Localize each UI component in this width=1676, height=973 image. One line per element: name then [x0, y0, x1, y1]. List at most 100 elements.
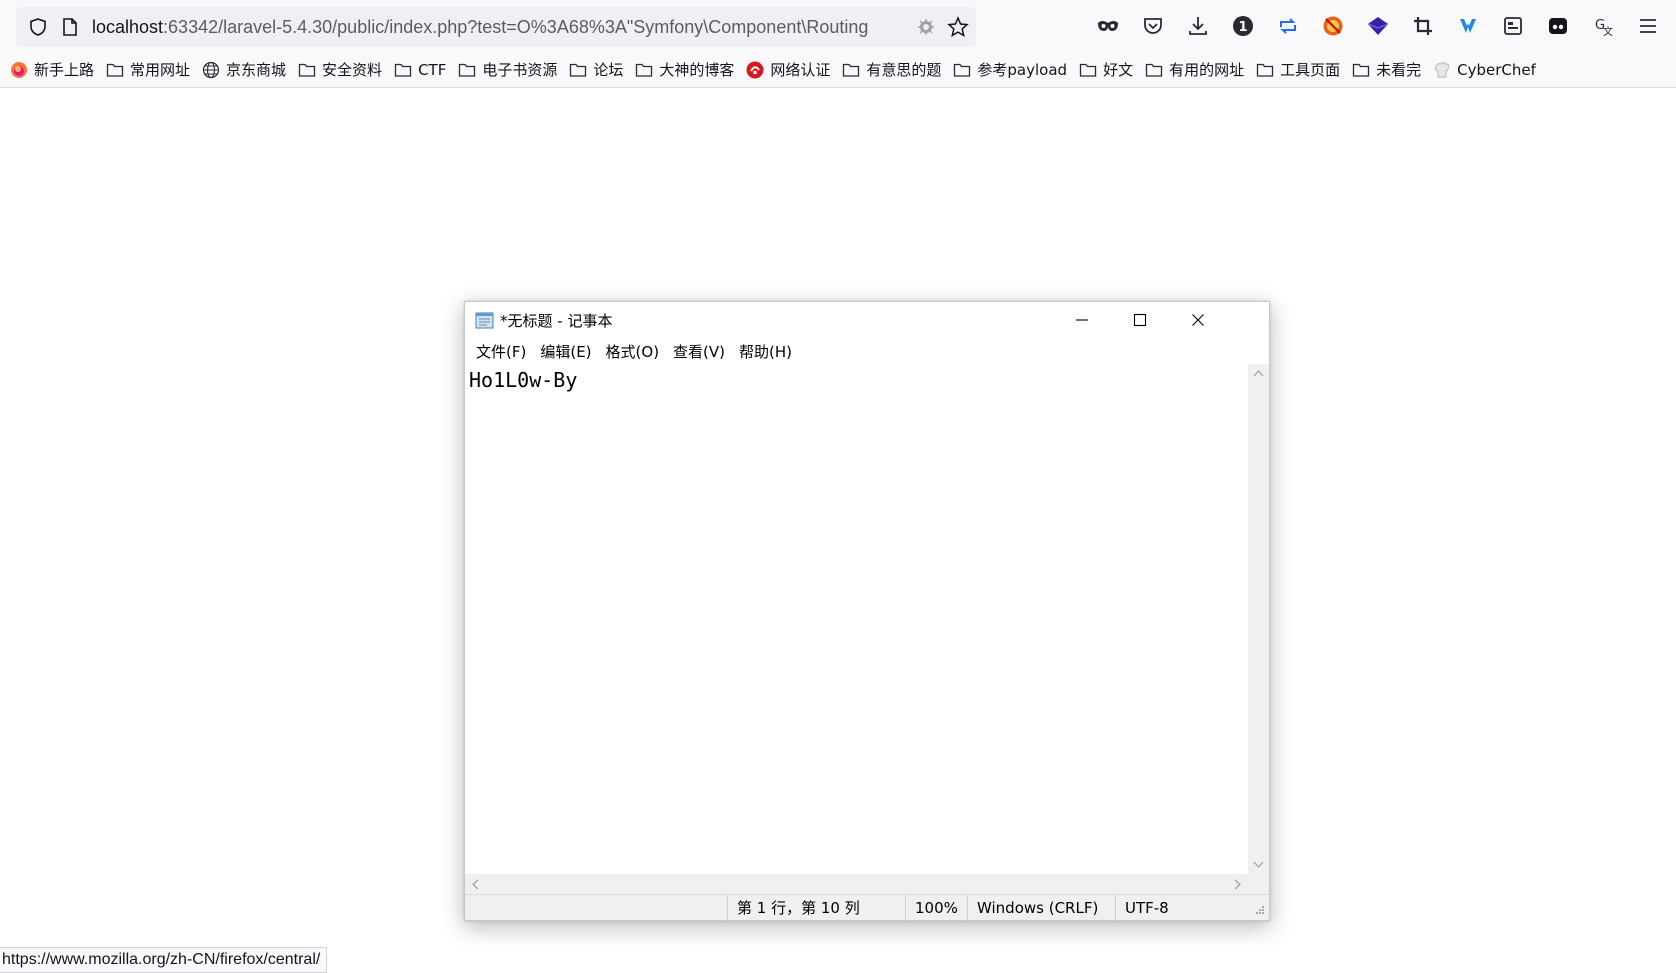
globe-icon [202, 61, 220, 79]
bookmark-item[interactable]: 电子书资源 [454, 56, 565, 84]
svg-text:1: 1 [1238, 20, 1247, 35]
bookmark-item[interactable]: 常用网址 [102, 56, 198, 84]
editor-content: Ho1L0w-By [469, 368, 578, 392]
shield-icon[interactable] [26, 15, 50, 39]
wappalyzer-icon[interactable] [1450, 10, 1486, 42]
notepad-icon [475, 311, 495, 329]
url-path: :63342/laravel-5.4.30/public/index.php?t… [163, 17, 869, 37]
status-line-ending: Windows (CRLF) [967, 895, 1115, 921]
status-encoding: UTF-8 [1115, 895, 1235, 921]
menu-format[interactable]: 格式(O) [599, 341, 667, 362]
folder-icon [298, 61, 316, 79]
bookmark-item[interactable]: 安全资料 [294, 56, 390, 84]
bookmark-item[interactable]: 工具页面 [1252, 56, 1348, 84]
extension-icons: 1 G文 [1090, 10, 1666, 42]
bookmark-label: 安全资料 [322, 61, 383, 79]
bookmark-item[interactable]: 论坛 [565, 56, 631, 84]
menu-file[interactable]: 文件(F) [469, 341, 533, 362]
maximize-button[interactable] [1111, 302, 1169, 338]
bookmark-label: CyberChef [1457, 60, 1536, 79]
page-icon[interactable] [58, 15, 82, 39]
horizontal-scrollbar[interactable] [465, 874, 1248, 894]
status-bar: 第 1 行，第 10 列 100% Windows (CRLF) UTF-8 [465, 894, 1269, 921]
notepad-window: *无标题 - 记事本 文件(F) 编辑(E) 格式(O) 查看(V) 帮助(H)… [464, 301, 1270, 921]
bookmark-item[interactable]: CTF [390, 56, 454, 84]
scroll-right-icon[interactable] [1234, 879, 1242, 890]
url-text[interactable]: localhost:63342/laravel-5.4.30/public/in… [92, 16, 912, 38]
resize-grip-icon[interactable] [1253, 905, 1265, 917]
folder-icon [842, 61, 860, 79]
close-button[interactable] [1169, 302, 1227, 338]
sync-icon[interactable] [1270, 10, 1306, 42]
status-position: 第 1 行，第 10 列 [727, 895, 897, 921]
bookmark-item[interactable]: CyberChef [1429, 56, 1544, 84]
bookmark-label: 好文 [1103, 61, 1134, 79]
menu-icon[interactable] [1630, 10, 1666, 42]
scroll-down-icon[interactable] [1253, 861, 1264, 869]
bookmark-label: 有意思的题 [866, 61, 942, 79]
network-icon [746, 61, 764, 79]
bookmark-item[interactable]: 有意思的题 [838, 56, 949, 84]
notepad-menu-bar: 文件(F) 编辑(E) 格式(O) 查看(V) 帮助(H) [465, 338, 1269, 364]
bookmark-label: 电子书资源 [482, 61, 558, 79]
bookmarks-bar: 新手上路 常用网址 京东商城 安全资料 CTF 电子书资源 论坛 大神的博客 网络认证 有意思的题… [0, 52, 1676, 88]
bookmark-item[interactable]: 有用的网址 [1141, 56, 1252, 84]
bitwarden-icon[interactable] [1540, 10, 1576, 42]
mask-icon[interactable] [1090, 10, 1126, 42]
folder-icon [1256, 61, 1274, 79]
scroll-up-icon[interactable] [1253, 369, 1264, 377]
firefox-icon [10, 61, 28, 79]
scroll-left-icon[interactable] [471, 879, 479, 890]
browser-toolbar: localhost:63342/laravel-5.4.30/public/in… [0, 0, 1676, 52]
folder-icon [106, 61, 124, 79]
bookmark-label: 未看完 [1376, 61, 1422, 79]
folder-icon [458, 61, 476, 79]
status-zoom: 100% [905, 895, 967, 921]
menu-help[interactable]: 帮助(H) [732, 341, 799, 362]
bookmark-label: CTF [418, 60, 447, 79]
menu-edit[interactable]: 编辑(E) [533, 341, 598, 362]
crop-icon[interactable] [1405, 10, 1441, 42]
reader-icon[interactable] [1495, 10, 1531, 42]
bookmark-item[interactable]: 好文 [1075, 56, 1141, 84]
vertical-scrollbar[interactable] [1248, 364, 1269, 874]
bug-icon[interactable] [914, 15, 938, 39]
bookmark-label: 大神的博客 [659, 61, 735, 79]
download-icon[interactable] [1180, 10, 1216, 42]
bookmark-label: 论坛 [593, 61, 624, 79]
bookmark-label: 新手上路 [34, 61, 95, 79]
bookmark-item[interactable]: 参考payload [949, 56, 1075, 84]
notepad-title: *无标题 - 记事本 [500, 312, 613, 330]
folder-icon [1352, 61, 1370, 79]
translate-icon[interactable]: G文 [1585, 10, 1621, 42]
text-editor[interactable]: Ho1L0w-By [465, 364, 1248, 874]
bookmark-item[interactable]: 网络认证 [742, 56, 838, 84]
bookmark-item[interactable]: 未看完 [1348, 56, 1429, 84]
bookmark-item[interactable]: 大神的博客 [631, 56, 742, 84]
hackbar-icon[interactable] [1360, 10, 1396, 42]
bookmark-label: 有用的网址 [1169, 61, 1245, 79]
star-icon[interactable] [946, 15, 970, 39]
url-host: localhost [92, 17, 164, 37]
bookmark-label: 京东商城 [226, 61, 287, 79]
bookmark-label: 工具页面 [1280, 61, 1341, 79]
folder-icon [953, 61, 971, 79]
folder-icon [635, 61, 653, 79]
folder-icon [1145, 61, 1163, 79]
blocker-icon[interactable] [1315, 10, 1351, 42]
bookmark-item[interactable]: 新手上路 [6, 56, 102, 84]
menu-view[interactable]: 查看(V) [666, 341, 732, 362]
folder-icon [569, 61, 587, 79]
pocket-icon[interactable] [1135, 10, 1171, 42]
svg-text:文: 文 [1603, 25, 1613, 37]
folder-icon [394, 61, 412, 79]
bookmark-label: 参考payload [977, 61, 1068, 79]
notepad-title-bar[interactable]: *无标题 - 记事本 [465, 302, 1269, 338]
onetab-icon[interactable]: 1 [1225, 10, 1261, 42]
bookmark-label: 常用网址 [130, 61, 191, 79]
bookmark-item[interactable]: 京东商城 [198, 56, 294, 84]
minimize-button[interactable] [1053, 302, 1111, 338]
scrollbar-corner [1248, 874, 1269, 894]
bookmark-label: 网络认证 [770, 61, 831, 79]
url-bar[interactable]: localhost:63342/laravel-5.4.30/public/in… [16, 7, 976, 47]
